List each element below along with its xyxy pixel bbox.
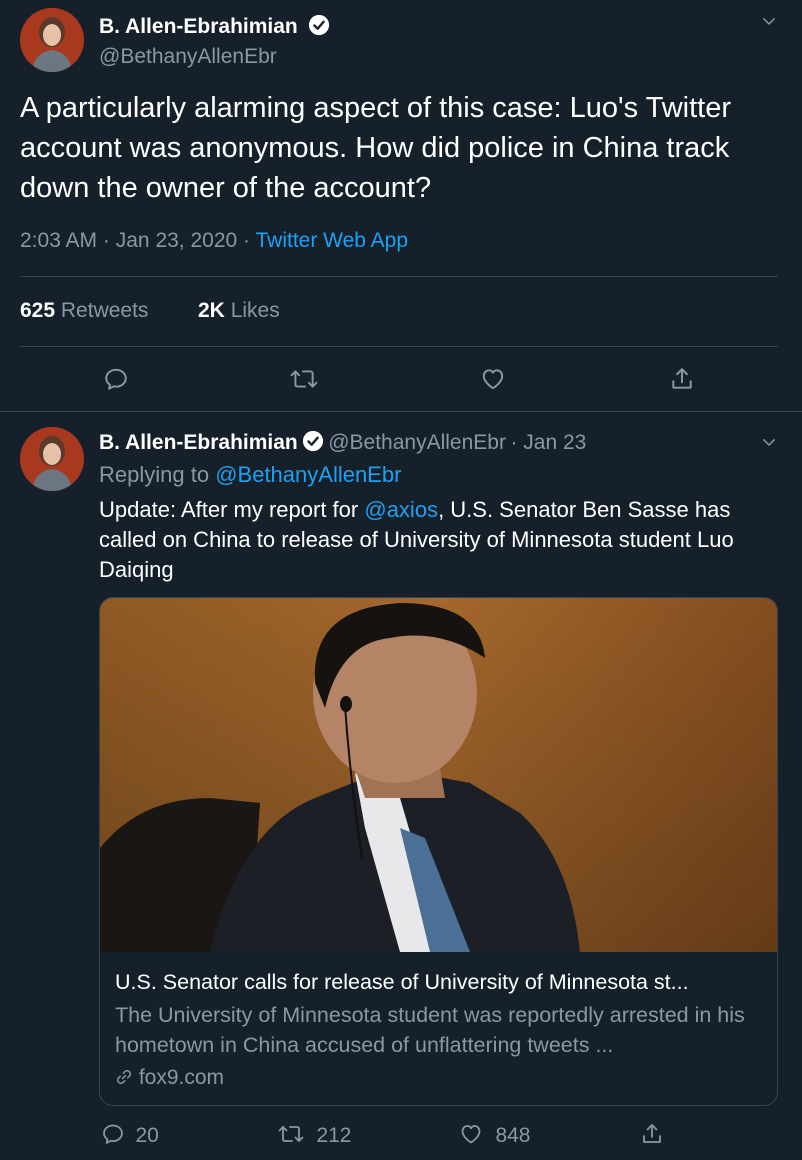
meta-separator: · — [102, 229, 110, 252]
card-description: The University of Minnesota student was … — [115, 1003, 745, 1057]
retweet-icon[interactable] — [290, 366, 318, 392]
likes-label: Likes — [230, 299, 280, 322]
like-count: 848 — [495, 1124, 531, 1147]
author-handle[interactable]: @BethanyAllenEbr — [99, 45, 277, 69]
tweet-source-link[interactable]: Twitter Web App — [256, 229, 409, 252]
reply-icon[interactable] — [101, 1122, 125, 1151]
tweet-date[interactable]: · Jan 23 — [510, 431, 586, 454]
meta-separator: · — [243, 229, 251, 252]
link-icon — [115, 1068, 133, 1092]
divider — [20, 276, 778, 277]
tweet-text: A particularly alarming aspect of this c… — [20, 92, 731, 204]
likes-count: 2K — [198, 299, 225, 322]
like-action[interactable]: 848 — [459, 1122, 531, 1151]
card-domain-text: fox9.com — [138, 1066, 225, 1089]
share-icon[interactable] — [640, 1122, 664, 1146]
tweet-text: Update: After my report for @axios, U.S.… — [99, 495, 749, 585]
like-icon[interactable] — [459, 1122, 483, 1151]
retweet-count: 212 — [316, 1124, 352, 1147]
share-icon[interactable] — [669, 366, 695, 392]
retweets-label: Retweets — [60, 299, 149, 322]
reply-count: 20 — [135, 1124, 159, 1147]
verified-badge-icon — [308, 14, 330, 42]
replying-to-link[interactable]: @BethanyAllenEbr — [215, 462, 401, 487]
reply-icon[interactable] — [103, 366, 129, 392]
replying-to-prefix: Replying to — [99, 462, 210, 487]
like-icon[interactable] — [480, 366, 506, 392]
author-handle[interactable]: @BethanyAllenEbr — [328, 431, 506, 454]
reply-header: B. Allen-Ebrahimian @BethanyAllenEbr · J… — [99, 430, 586, 457]
card-image[interactable] — [100, 598, 777, 952]
retweet-icon[interactable] — [278, 1122, 304, 1151]
retweets-stat[interactable]: 625 Retweets — [20, 299, 148, 323]
tweet-timestamp: 2:03 AM · Jan 23, 2020 · Twitter Web App — [20, 229, 408, 253]
mention-link[interactable]: @axios — [364, 497, 438, 522]
tweet-date[interactable]: Jan 23, 2020 — [116, 229, 237, 252]
tweet-text-part1: Update: After my report for — [99, 497, 359, 522]
tweet-time[interactable]: 2:03 AM — [20, 229, 97, 252]
avatar[interactable] — [20, 427, 84, 491]
author-name-text[interactable]: B. Allen-Ebrahimian — [99, 15, 298, 38]
chevron-down-icon[interactable] — [760, 433, 778, 451]
retweet-action[interactable]: 212 — [278, 1122, 352, 1151]
replying-to: Replying to @BethanyAllenEbr — [99, 462, 401, 488]
avatar[interactable] — [20, 8, 84, 72]
divider — [20, 346, 778, 347]
author-name[interactable]: B. Allen-Ebrahimian — [99, 14, 330, 42]
card-domain: fox9.com — [115, 1066, 224, 1092]
author-name[interactable]: B. Allen-Ebrahimian — [99, 431, 298, 454]
reply-action[interactable]: 20 — [101, 1122, 159, 1151]
retweets-count: 625 — [20, 299, 56, 322]
likes-stat[interactable]: 2K Likes — [198, 299, 280, 323]
verified-badge-icon — [302, 430, 324, 457]
card-title[interactable]: U.S. Senator calls for release of Univer… — [115, 970, 770, 995]
chevron-down-icon[interactable] — [760, 12, 778, 30]
divider — [0, 411, 802, 412]
link-card[interactable]: U.S. Senator calls for release of Univer… — [99, 597, 778, 1106]
